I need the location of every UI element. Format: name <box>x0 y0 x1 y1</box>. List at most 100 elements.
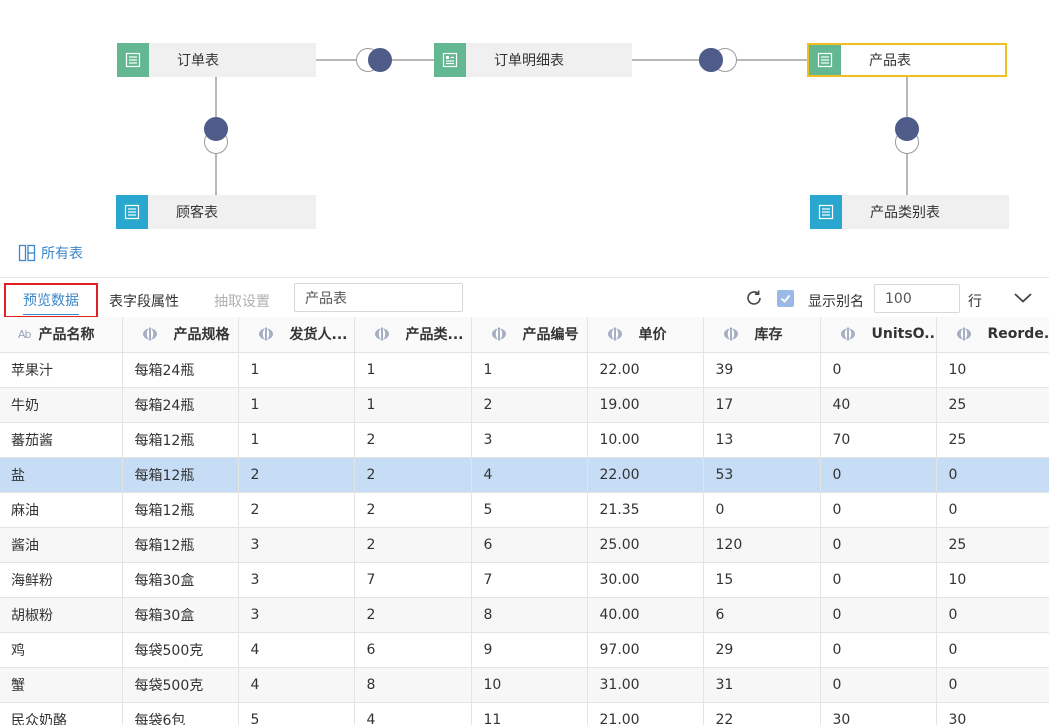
refresh-icon[interactable] <box>744 288 764 312</box>
table-row[interactable]: 酱油 每箱12瓶 3 2 6 25.00 120 0 25 <box>0 527 1049 563</box>
table-cell: 1 <box>238 352 355 388</box>
table-icon <box>117 43 149 77</box>
table-cell: 3 <box>471 422 588 458</box>
table-cell: 2 <box>354 457 472 493</box>
table-node-label: 顾客表 <box>176 205 218 221</box>
table-cell: 0 <box>820 492 937 528</box>
table-cell: 2 <box>354 492 472 528</box>
table-cell: 4 <box>354 702 472 725</box>
table-cell: 10 <box>936 352 1049 388</box>
column-header[interactable]: 单价 <box>587 317 704 353</box>
table-cell: 6 <box>703 597 821 633</box>
column-header[interactable]: 产品类... <box>354 317 472 353</box>
table-row[interactable]: 蟹每袋500克 4 8 10 31.00 31 0 0 <box>0 667 1049 703</box>
chevron-down-icon[interactable] <box>1013 292 1033 308</box>
table-cell: 40 <box>820 387 937 423</box>
tab-field-properties[interactable]: 表字段属性 <box>109 291 179 311</box>
show-alias-checkbox[interactable] <box>777 290 794 307</box>
table-node-order-details[interactable]: 订单明细表 <box>434 43 632 77</box>
table-cell: 1 <box>238 387 355 423</box>
table-row[interactable]: 胡椒粉 每箱30盒 3 2 8 40.00 6 0 0 <box>0 597 1049 633</box>
column-header-label: Reorde... <box>987 326 1049 343</box>
all-tables-label: 所有表 <box>41 246 83 262</box>
table-node-customers[interactable]: 顾客表 <box>116 195 316 229</box>
eye-icon <box>607 327 631 341</box>
table-cell: 酱油 <box>0 527 123 563</box>
table-node-categories[interactable]: 产品类别表 <box>810 195 1009 229</box>
table-cell: 每箱30盒 <box>122 597 239 633</box>
column-header[interactable]: 库存 <box>703 317 821 353</box>
table-cell: 0 <box>936 492 1049 528</box>
eye-icon <box>840 327 864 341</box>
table-icon <box>116 195 148 229</box>
table-cell: 21.00 <box>587 702 704 725</box>
table-cell: 盐 <box>0 457 123 493</box>
table-cell: 30 <box>936 702 1049 725</box>
join-marker[interactable] <box>204 117 228 141</box>
table-cell: 0 <box>820 562 937 598</box>
table-cell: 31.00 <box>587 667 704 703</box>
preview-toolbar: 预览数据 表字段属性 抽取设置 显示别名 行 <box>0 277 1049 318</box>
join-marker[interactable] <box>895 117 919 141</box>
table-row[interactable]: 蕃茄酱 每箱12瓶 1 2 3 10.00 13 70 25 <box>0 422 1049 458</box>
column-header-label: 产品规格 <box>173 327 230 344</box>
table-row[interactable]: 牛奶 每箱24瓶 1 1 2 19.00 17 40 25 <box>0 387 1049 423</box>
table-cell: 10 <box>936 562 1049 598</box>
column-header[interactable]: UnitsO... <box>820 317 937 353</box>
table-cell: 每箱24瓶 <box>122 352 239 388</box>
table-cell: 4 <box>238 667 355 703</box>
column-header[interactable]: Ab 产品名称 <box>0 317 123 353</box>
table-cell: 0 <box>820 632 937 668</box>
table-row[interactable]: 海鲜粉 每箱30盒 3 7 7 30.00 15 0 10 <box>0 562 1049 598</box>
table-row[interactable]: 鸡每袋500克 4 6 9 97.00 29 0 0 <box>0 632 1049 668</box>
column-header[interactable]: 产品编号 <box>471 317 588 353</box>
table-cell: 0 <box>936 632 1049 668</box>
table-cell: 7 <box>354 562 472 598</box>
join-marker[interactable] <box>699 48 723 72</box>
table-cell: 13 <box>703 422 821 458</box>
table-cell: 15 <box>703 562 821 598</box>
table-node-products[interactable]: 产品表 <box>807 43 1007 77</box>
table-cell: 19.00 <box>587 387 704 423</box>
eye-icon <box>723 327 747 341</box>
table-icon <box>810 195 842 229</box>
column-header-label: 产品名称 <box>38 327 95 344</box>
table-cell: 25 <box>936 387 1049 423</box>
table-cell: 胡椒粉 <box>0 597 123 633</box>
table-cell: 5 <box>471 492 588 528</box>
table-cell: 120 <box>703 527 821 563</box>
table-cell: 0 <box>820 667 937 703</box>
row-count-input[interactable] <box>874 284 960 313</box>
table-row[interactable]: 盐每箱12瓶 2 2 4 22.00 53 0 0 <box>0 457 1049 493</box>
table-header-row: Ab 产品名称 产品规格 发货人... 产品类... 产品编号 单价 库存 UnitsO... R… <box>0 317 1049 353</box>
table-cell: 2 <box>354 422 472 458</box>
table-cell: 4 <box>471 457 588 493</box>
table-node-label: 产品类别表 <box>870 205 940 221</box>
join-marker[interactable] <box>368 48 392 72</box>
table-cell: 70 <box>820 422 937 458</box>
table-row[interactable]: 麻油 每箱12瓶 2 2 5 21.35 0 0 0 <box>0 492 1049 528</box>
eye-icon <box>258 327 282 341</box>
table-cell: 0 <box>820 597 937 633</box>
text-type-icon: Ab <box>18 327 31 341</box>
table-cell: 8 <box>471 597 588 633</box>
table-cell: 1 <box>238 422 355 458</box>
table-cell: 2 <box>354 597 472 633</box>
tab-extract-settings[interactable]: 抽取设置 <box>214 291 270 311</box>
column-header-label: UnitsO... <box>871 326 936 343</box>
table-node-orders[interactable]: 订单表 <box>117 43 316 77</box>
column-header[interactable]: 发货人... <box>238 317 355 353</box>
tab-preview-data[interactable]: 预览数据 <box>4 283 98 318</box>
table-row[interactable]: 民众奶酪 每袋6包 5 4 11 21.00 22 30 30 <box>0 702 1049 725</box>
table-cell: 蟹 <box>0 667 123 703</box>
table-cell: 10 <box>471 667 588 703</box>
table-icon <box>809 45 841 75</box>
table-name-input[interactable] <box>294 283 463 312</box>
all-tables-link[interactable]: 所有表 <box>18 243 83 263</box>
column-header[interactable]: Reorde... <box>936 317 1049 353</box>
table-cell: 10.00 <box>587 422 704 458</box>
table-cell: 苹果汁 <box>0 352 123 388</box>
column-header[interactable]: 产品规格 <box>122 317 239 353</box>
table-cell: 53 <box>703 457 821 493</box>
table-row[interactable]: 苹果汁 每箱24瓶 1 1 1 22.00 39 0 10 <box>0 352 1049 388</box>
